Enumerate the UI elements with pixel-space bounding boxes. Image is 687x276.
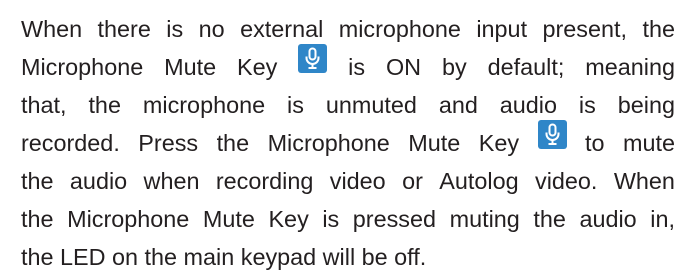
- word: Autolog: [439, 168, 519, 194]
- word: there: [97, 16, 151, 42]
- microphone-icon: [537, 120, 567, 149]
- word: the: [88, 92, 121, 118]
- microphone-icon-svg: [545, 123, 560, 145]
- word: to: [584, 130, 605, 156]
- word: meaning: [585, 54, 675, 80]
- word: is: [578, 92, 596, 118]
- word: audio: [579, 206, 637, 232]
- word: audio: [499, 92, 557, 118]
- word: that,: [21, 92, 67, 118]
- text-line-1: When there is no external microphone inp…: [21, 10, 675, 48]
- word: mute: [622, 130, 675, 156]
- word: Mute: [408, 130, 461, 156]
- word: ON: [385, 54, 422, 80]
- text-line-3: that, the microphone is unmuted and audi…: [21, 86, 675, 124]
- text-line-2: Microphone Mute Key is ON by default; me…: [21, 44, 675, 86]
- word: the: [533, 206, 566, 232]
- word: the: [642, 16, 675, 42]
- microphone-icon: [298, 44, 328, 73]
- word: and: [438, 92, 478, 118]
- word: video: [329, 168, 386, 194]
- word: input: [476, 16, 528, 42]
- word: being: [617, 92, 675, 118]
- word: Key: [478, 130, 520, 156]
- microphone-icon-svg: [305, 47, 320, 69]
- word: Mute: [202, 206, 255, 232]
- word: Microphone: [21, 54, 144, 80]
- word: present,: [542, 16, 628, 42]
- word: When: [613, 168, 675, 194]
- word: microphone: [142, 92, 266, 118]
- word: recording: [215, 168, 314, 194]
- word: is: [166, 16, 184, 42]
- word: muting: [449, 206, 520, 232]
- word: unmuted: [325, 92, 417, 118]
- word: is: [287, 92, 304, 118]
- word: Microphone: [267, 130, 390, 156]
- word: no: [198, 16, 225, 42]
- word: microphone: [338, 16, 461, 42]
- word: When: [21, 16, 83, 42]
- word: Microphone: [67, 206, 190, 232]
- word: the: [216, 130, 250, 156]
- word: by: [441, 54, 467, 80]
- manual-paragraph: When there is no external microphone inp…: [0, 0, 687, 276]
- word: the: [21, 168, 54, 194]
- word: video.: [535, 168, 598, 194]
- text-line-4: recorded. Press the Microphone Mute Key …: [21, 120, 675, 162]
- word: is: [322, 206, 340, 232]
- word: pressed: [352, 206, 437, 232]
- word: recorded.: [21, 130, 120, 156]
- word: the: [21, 206, 54, 232]
- text-line-7: the LED on the main keypad will be off.: [21, 244, 427, 270]
- word: Press: [138, 130, 199, 156]
- word: Key: [268, 206, 309, 232]
- word: when: [143, 168, 200, 194]
- word: external: [240, 16, 324, 42]
- word: Mute: [164, 54, 217, 80]
- word: in,: [650, 206, 675, 232]
- word: default;: [487, 54, 565, 80]
- word: or: [402, 168, 423, 194]
- word: is: [348, 54, 366, 80]
- word: Key: [237, 54, 278, 80]
- text-line-5: the audio when recording video or Autolo…: [21, 162, 675, 200]
- text-line-6: the Microphone Mute Key is pressed mutin…: [21, 200, 675, 238]
- word: audio: [69, 168, 128, 194]
